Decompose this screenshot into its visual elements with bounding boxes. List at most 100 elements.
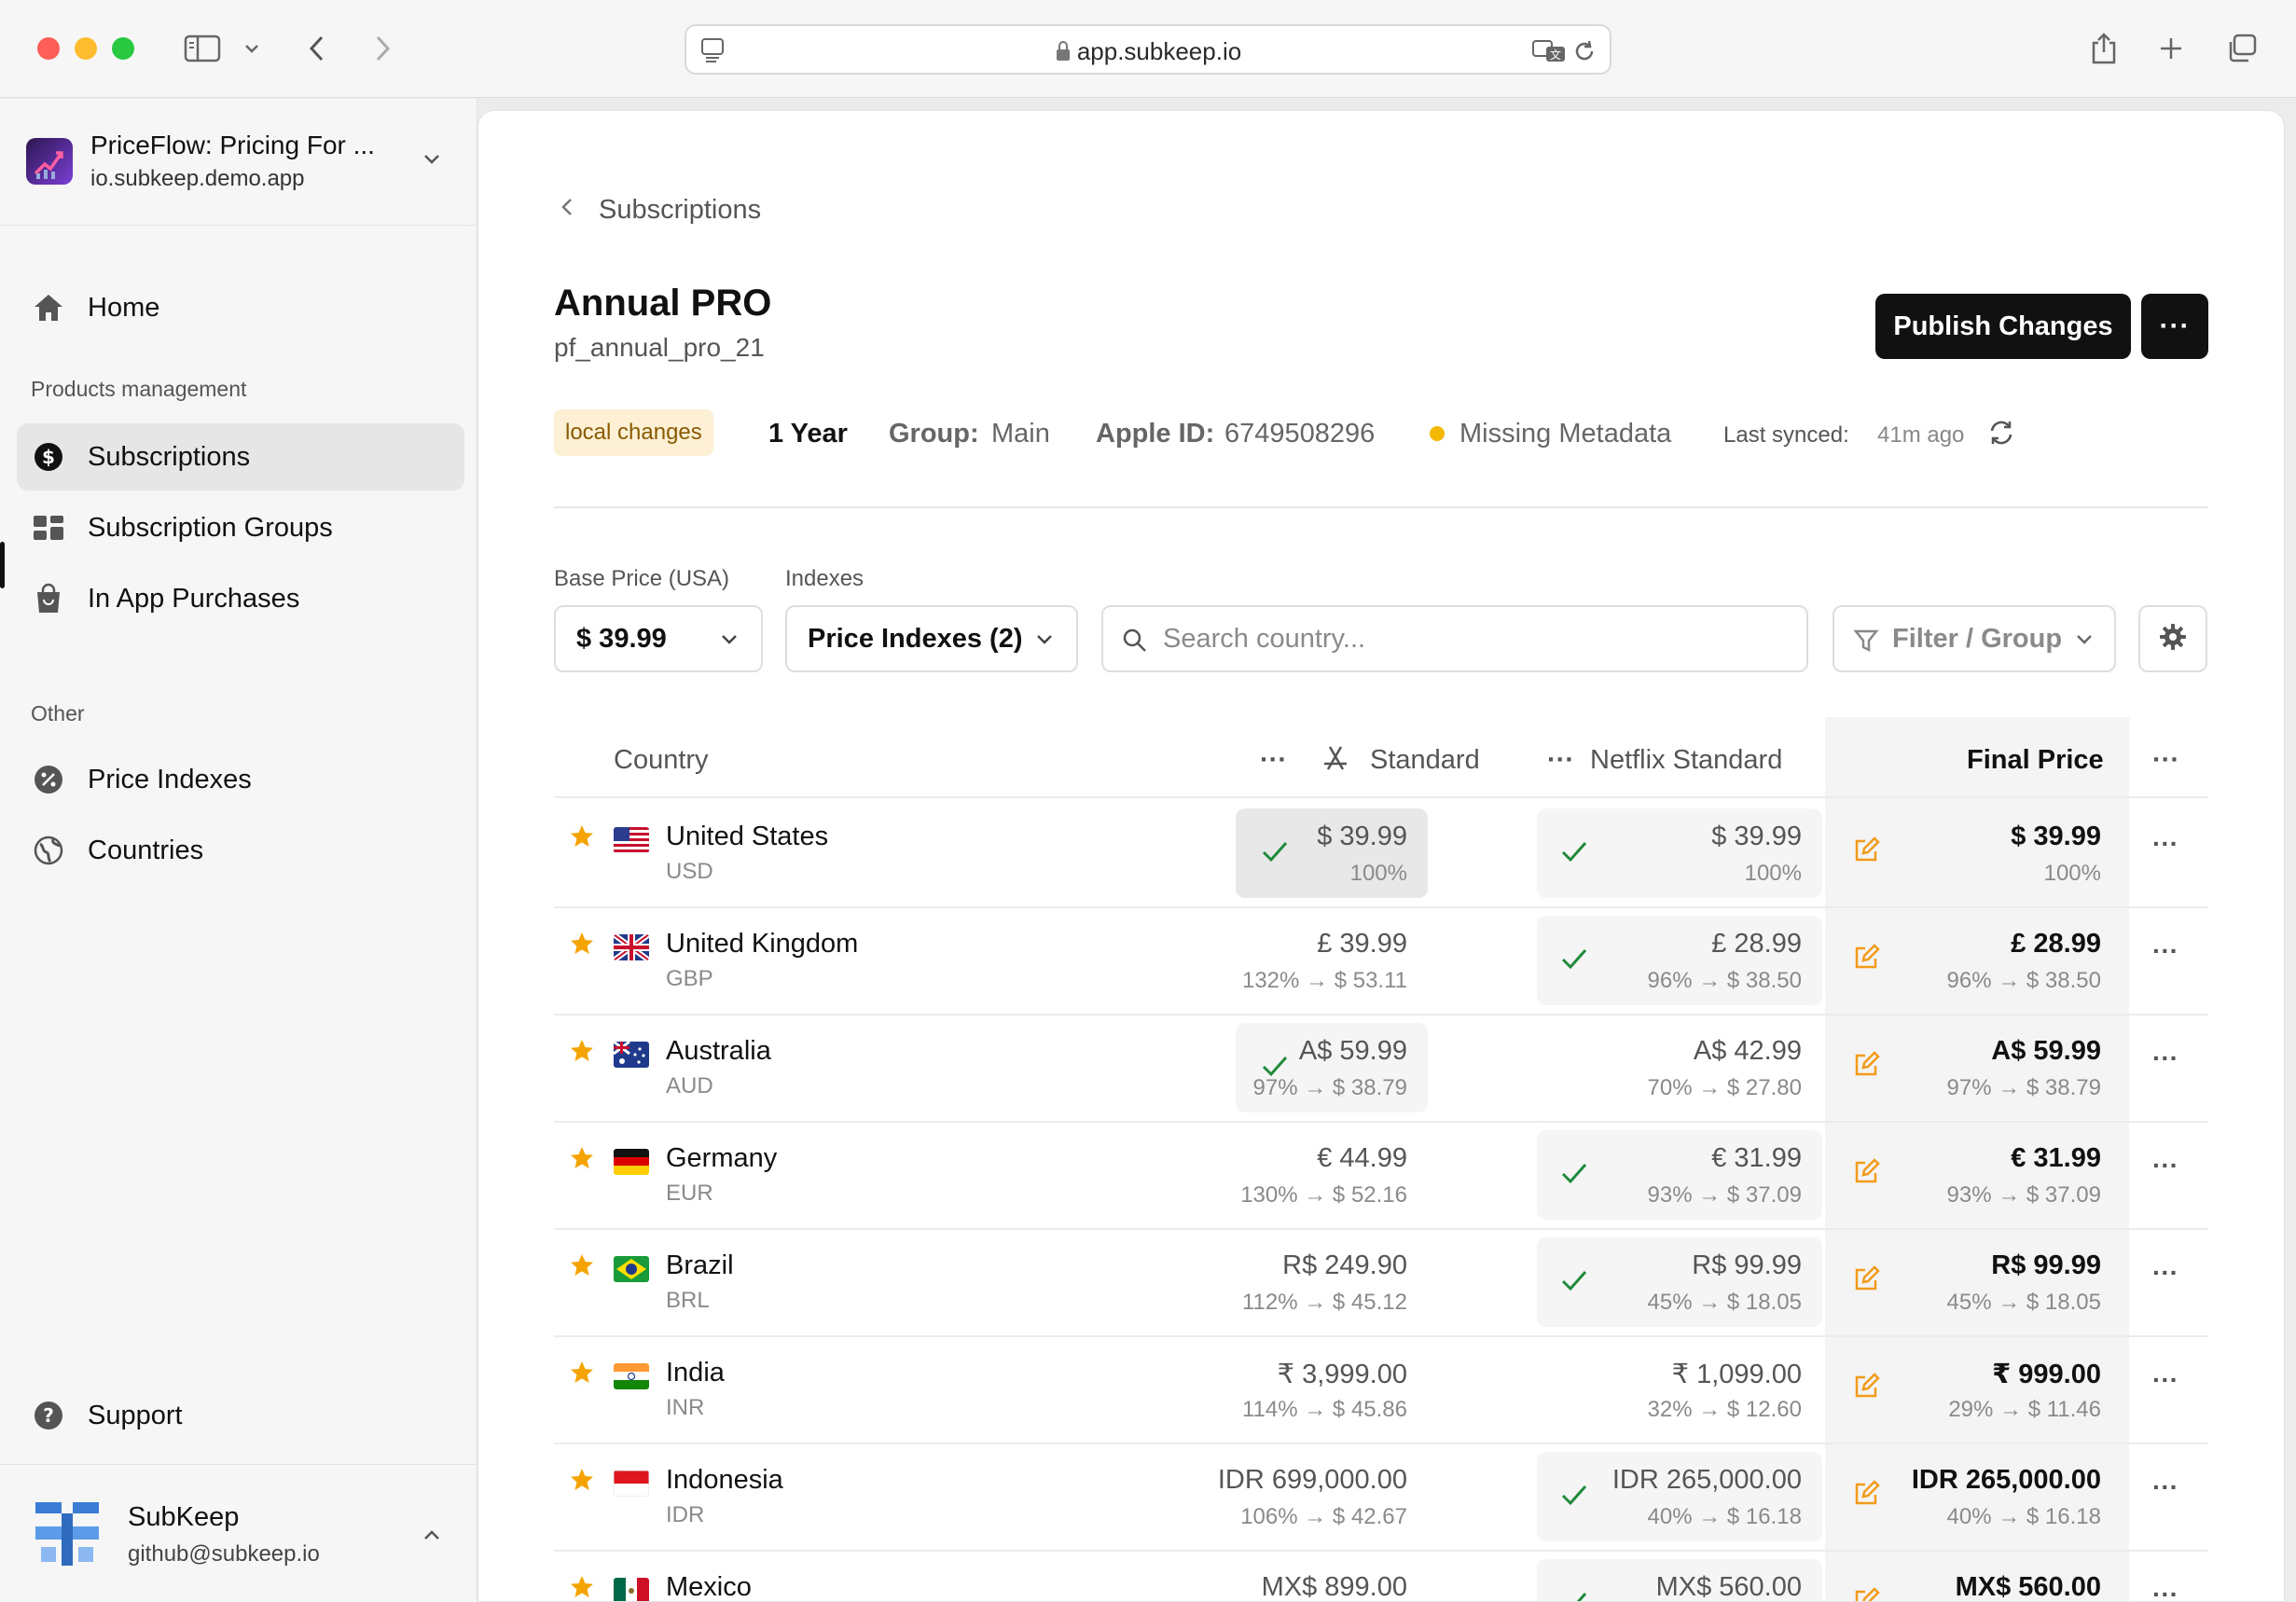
chevron-left-icon[interactable] bbox=[560, 195, 574, 224]
country-flag-icon bbox=[614, 1149, 649, 1175]
check-icon bbox=[1559, 1482, 1589, 1514]
settings-button[interactable] bbox=[2138, 605, 2207, 672]
favorite-star-icon[interactable] bbox=[569, 1574, 595, 1601]
table-row[interactable]: Australia AUD A$ 59.99 97% → $ 38.79 A$ 42.9… bbox=[554, 1015, 2208, 1122]
column-header-final-price[interactable]: Final Price bbox=[1967, 745, 2104, 776]
netflix-price-cell[interactable]: R$ 99.99 45% → $ 18.05 bbox=[1537, 1237, 1822, 1327]
sidebar-item-subscription-groups[interactable]: Subscription Groups bbox=[17, 494, 464, 561]
sidebar-item-support[interactable]: ? Support bbox=[17, 1382, 464, 1449]
column-header-netflix-standard[interactable]: Netflix Standard bbox=[1590, 745, 1782, 776]
status-text: Missing Metadata bbox=[1459, 419, 1672, 449]
row-more-button[interactable]: ··· bbox=[2152, 1043, 2178, 1073]
table-row[interactable]: Germany EUR € 44.99 130% → $ 52.16 € 31.99 93… bbox=[554, 1123, 2208, 1229]
netflix-price: A$ 42.99 bbox=[1693, 1036, 1802, 1066]
favorite-star-icon[interactable] bbox=[569, 1038, 595, 1069]
price-indexes-select[interactable]: Price Indexes (2) bbox=[785, 605, 1078, 672]
app-switcher[interactable]: PriceFlow: Pricing For ... io.subkeep.de… bbox=[0, 99, 477, 226]
address-bar[interactable]: app.subkeep.io 文 bbox=[685, 24, 1611, 75]
share-icon[interactable] bbox=[2087, 28, 2121, 69]
base-price-select[interactable]: $ 39.99 bbox=[554, 605, 763, 672]
more-options-button[interactable]: ··· bbox=[2141, 294, 2208, 359]
final-price: ₹ 999.00 bbox=[1992, 1360, 2101, 1389]
netflix-price-cell[interactable]: ₹ 1,099.00 32% → $ 12.60 bbox=[1537, 1345, 1822, 1434]
reload-icon[interactable] bbox=[1572, 39, 1597, 68]
column-menu-button[interactable]: ··· bbox=[2152, 745, 2179, 776]
row-more-button[interactable]: ··· bbox=[2152, 1365, 2178, 1395]
netflix-price-cell[interactable]: £ 28.99 96% → $ 38.50 bbox=[1537, 916, 1822, 1005]
final-price-cell: € 31.99 93% → $ 37.09 bbox=[1825, 1123, 2129, 1229]
standard-price-cell[interactable]: £ 39.99 132% → $ 53.11 bbox=[1236, 916, 1428, 1005]
account-logo bbox=[35, 1502, 99, 1566]
currency-code: EUR bbox=[666, 1181, 713, 1206]
row-more-button[interactable]: ··· bbox=[2152, 1258, 2178, 1288]
sidebar-item-home[interactable]: Home bbox=[17, 274, 464, 341]
search-country-input[interactable]: Search country... bbox=[1101, 605, 1808, 672]
tab-overview-icon[interactable] bbox=[2223, 28, 2261, 69]
chevron-down-icon bbox=[1035, 633, 1054, 651]
table-row[interactable]: MexicoMXNMX$ 899.00MX$ 560.00MX$ 560.00·… bbox=[554, 1552, 2208, 1601]
standard-price-cell[interactable]: € 44.99 130% → $ 52.16 bbox=[1236, 1130, 1428, 1220]
translate-icon[interactable]: 文 bbox=[1531, 37, 1569, 68]
breadcrumb[interactable]: Subscriptions bbox=[599, 195, 761, 226]
sidebar-item-subscriptions[interactable]: $ Subscriptions bbox=[17, 423, 464, 490]
table-row[interactable]: India INR ₹ 3,999.00 114% → $ 45.86 ₹ 1,099.… bbox=[554, 1337, 2208, 1443]
table-row[interactable]: Indonesia IDR IDR 699,000.00 106% → $ 42.67… bbox=[554, 1444, 2208, 1551]
row-more-button[interactable]: ··· bbox=[2152, 936, 2178, 966]
column-header-standard[interactable]: Standard bbox=[1370, 745, 1480, 776]
close-window-button[interactable] bbox=[37, 37, 60, 60]
zoom-window-button[interactable] bbox=[112, 37, 134, 60]
sync-icon[interactable] bbox=[1987, 419, 2015, 451]
standard-price-cell[interactable]: MX$ 899.00 bbox=[1236, 1559, 1428, 1601]
column-header-country[interactable]: Country bbox=[614, 745, 709, 776]
forward-icon[interactable] bbox=[366, 28, 399, 69]
standard-price-cell[interactable]: $ 39.99 100% bbox=[1236, 808, 1428, 898]
apple-id-label: Apple ID: bbox=[1096, 419, 1215, 449]
favorite-star-icon[interactable] bbox=[569, 1467, 595, 1498]
standard-price: A$ 59.99 bbox=[1298, 1036, 1407, 1066]
account-menu[interactable]: SubKeep github@subkeep.io bbox=[0, 1464, 477, 1602]
new-tab-icon[interactable] bbox=[2154, 28, 2188, 69]
row-more-button[interactable]: ··· bbox=[2152, 829, 2178, 859]
table-row[interactable]: United States USD $ 39.99 100% $ 39.99 100% $ … bbox=[554, 801, 2208, 907]
sidebar-item-price-indexes[interactable]: Price Indexes bbox=[17, 746, 464, 813]
table-row[interactable]: United Kingdom GBP £ 39.99 132% → $ 53.11 £ … bbox=[554, 908, 2208, 1015]
publish-changes-button[interactable]: Publish Changes bbox=[1875, 294, 2131, 359]
back-icon[interactable] bbox=[300, 28, 334, 69]
netflix-price-cell[interactable]: MX$ 560.00 bbox=[1537, 1559, 1822, 1601]
app-domain: io.subkeep.demo.app bbox=[90, 166, 305, 191]
sidebar-item-in-app-purchases[interactable]: In App Purchases bbox=[17, 565, 464, 632]
final-price-cell: £ 28.99 96% → $ 38.50 bbox=[1825, 908, 2129, 1015]
favorite-star-icon[interactable] bbox=[569, 1145, 595, 1176]
chevron-down-icon[interactable] bbox=[241, 28, 263, 69]
filter-group-button[interactable]: Filter / Group bbox=[1833, 605, 2116, 672]
sidebar-item-countries[interactable]: Countries bbox=[17, 817, 464, 884]
favorite-star-icon[interactable] bbox=[569, 931, 595, 961]
app-store-icon bbox=[1320, 741, 1351, 778]
final-price-ratio: 100% bbox=[2043, 861, 2101, 886]
standard-price-cell[interactable]: ₹ 3,999.00 114% → $ 45.86 bbox=[1236, 1345, 1428, 1434]
minimize-window-button[interactable] bbox=[75, 37, 97, 60]
divider bbox=[554, 506, 2208, 508]
column-menu-button[interactable]: ··· bbox=[1547, 745, 1574, 776]
favorite-star-icon[interactable] bbox=[569, 823, 595, 854]
standard-price-cell[interactable]: R$ 249.90 112% → $ 45.12 bbox=[1236, 1237, 1428, 1327]
standard-price-cell[interactable]: A$ 59.99 97% → $ 38.79 bbox=[1236, 1023, 1428, 1112]
favorite-star-icon[interactable] bbox=[569, 1252, 595, 1283]
netflix-price-ratio: 40% → $ 16.18 bbox=[1647, 1504, 1802, 1529]
country-flag-icon bbox=[614, 1363, 649, 1389]
row-more-button[interactable]: ··· bbox=[2152, 1472, 2178, 1502]
row-more-button[interactable]: ··· bbox=[2152, 1580, 2178, 1601]
netflix-price-cell[interactable]: IDR 265,000.00 40% → $ 16.18 bbox=[1537, 1452, 1822, 1541]
final-price-ratio: 96% → $ 38.50 bbox=[1946, 968, 2101, 993]
column-menu-button[interactable]: ··· bbox=[1260, 745, 1287, 776]
favorite-star-icon[interactable] bbox=[569, 1360, 595, 1390]
final-price: R$ 99.99 bbox=[1991, 1250, 2101, 1280]
netflix-price-cell[interactable]: A$ 42.99 70% → $ 27.80 bbox=[1537, 1023, 1822, 1112]
sidebar-toggle-icon[interactable] bbox=[179, 28, 226, 69]
row-more-button[interactable]: ··· bbox=[2152, 1151, 2178, 1181]
standard-price-cell[interactable]: IDR 699,000.00 106% → $ 42.67 bbox=[1218, 1452, 1428, 1541]
section-other: Other bbox=[31, 701, 85, 725]
netflix-price-cell[interactable]: € 31.99 93% → $ 37.09 bbox=[1537, 1130, 1822, 1220]
table-row[interactable]: Brazil BRL R$ 249.90 112% → $ 45.12 R$ 99.99… bbox=[554, 1230, 2208, 1336]
netflix-price-cell[interactable]: $ 39.99 100% bbox=[1537, 808, 1822, 898]
